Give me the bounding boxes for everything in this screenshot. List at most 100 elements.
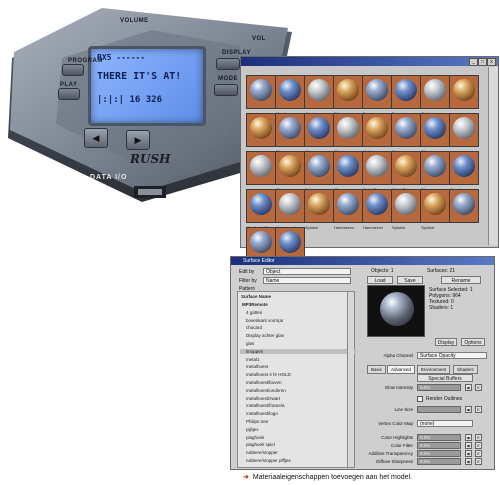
render-outlines-checkbox[interactable] [417, 396, 423, 402]
material-swatch[interactable]: Hammered [362, 189, 392, 230]
material-swatch[interactable]: Gold [420, 75, 450, 116]
tab-basic[interactable]: Basic [367, 365, 387, 374]
material-swatch[interactable] [449, 113, 479, 147]
line-size-envelope-icon[interactable]: E [475, 406, 482, 413]
color-filter-envelope-icon[interactable]: E [475, 442, 482, 449]
filter-by-select[interactable]: Name [263, 277, 351, 284]
material-swatch[interactable]: Chrome [275, 151, 305, 192]
material-swatch[interactable] [449, 189, 479, 223]
tree-item[interactable]: metalhoest 4 hr HOLD [246, 372, 291, 377]
material-swatch[interactable]: Bronze [391, 75, 421, 116]
tree-item[interactable]: metalhoest/frame/a [246, 403, 285, 408]
material-swatch[interactable]: Brushed_Chr [246, 189, 276, 230]
material-swatch[interactable] [246, 75, 276, 109]
material-swatch[interactable]: Blue [275, 113, 305, 154]
mode-button[interactable] [214, 84, 238, 96]
rename-button[interactable]: Rename [441, 276, 481, 284]
material-swatch[interactable]: Gold [362, 113, 392, 154]
material-swatch[interactable]: Copper [391, 113, 421, 154]
material-swatch[interactable]: Silver [420, 151, 450, 192]
material-swatch[interactable] [449, 75, 479, 109]
tree-item[interactable]: metal1 [246, 357, 260, 362]
tree-item[interactable]: 4 gatten [246, 310, 262, 315]
display-button[interactable] [216, 58, 240, 70]
material-swatch[interactable]: Splotch [420, 189, 450, 230]
tree-item[interactable]: metalhoest/onderen [246, 388, 286, 393]
color-filter-stepper-icon[interactable]: ◂▸ [465, 442, 472, 449]
tree-item[interactable]: plaghoek [246, 435, 264, 440]
material-swatch[interactable] [246, 113, 276, 147]
alpha-channel-select[interactable]: Surface Opacity [417, 352, 487, 359]
tree-scrollbar[interactable] [347, 292, 354, 467]
load-button[interactable]: Load [367, 276, 393, 284]
tree-item[interactable]: glas [246, 341, 254, 346]
material-swatch[interactable]: Hammered [333, 189, 363, 230]
diffuse-sharpness-envelope-icon[interactable]: E [475, 458, 482, 465]
material-swatch[interactable]: Chrome [304, 113, 334, 154]
color-highlights-field[interactable]: 0.0% [417, 434, 461, 441]
tree-item[interactable]: Philips tree [246, 419, 268, 424]
tree-item[interactable]: metalhoest/zwart [246, 396, 280, 401]
tree-item[interactable]: Display achter glas [246, 333, 284, 338]
material-preview-ball [250, 117, 272, 139]
tree-item[interactable]: metalhoest/logo [246, 411, 278, 416]
special-buffers-button[interactable]: Special Buffers [417, 374, 473, 382]
color-highlights-stepper-icon[interactable]: ◂▸ [465, 434, 472, 441]
arrow-right-button[interactable]: ▶ [126, 130, 150, 150]
tree-item[interactable]: rubbere/stopper [246, 450, 278, 455]
vertex-color-map-select[interactable]: (none) [417, 420, 473, 427]
browser-title-bar[interactable]: _ □ x [241, 57, 498, 66]
tree-item[interactable]: plaghoek spiel [246, 442, 275, 447]
color-filter-field[interactable]: 0.0% [417, 442, 461, 449]
material-swatch[interactable]: Aluminum [304, 75, 334, 116]
tab-environment[interactable]: Environment [417, 365, 451, 374]
material-swatch[interactable]: Silver [333, 75, 363, 116]
minimize-icon[interactable]: _ [469, 58, 478, 66]
material-swatch[interactable]: Glass [333, 113, 363, 154]
material-swatch[interactable]: Brass [362, 75, 392, 116]
additive-transparency-envelope-icon[interactable]: E [475, 450, 482, 457]
tree-item[interactable]: rubbere/stopper plffjes [246, 458, 291, 463]
material-swatch[interactable]: Silver [420, 113, 450, 154]
tree-item[interactable]: metalhoest [246, 364, 268, 369]
additive-transparency-stepper-icon[interactable]: ◂▸ [465, 450, 472, 457]
browser-scrollbar[interactable] [488, 67, 498, 245]
options-button[interactable]: Options [461, 338, 485, 346]
tree-item[interactable]: chocard [246, 325, 262, 330]
play-button[interactable] [58, 88, 80, 100]
arrow-left-button[interactable]: ◀ [84, 128, 108, 148]
line-size-stepper-icon[interactable]: ◂▸ [465, 406, 472, 413]
diffuse-sharpness-field[interactable]: 0.0% [417, 458, 461, 465]
material-swatch[interactable]: Gloss [333, 151, 363, 192]
material-swatch[interactable]: Hammered [275, 189, 305, 230]
editor-title-bar[interactable]: Surface Editor [231, 257, 494, 265]
additive-transparency-field[interactable]: 0.0% [417, 450, 461, 457]
tree-item[interactable]: MP3Remote [242, 302, 268, 307]
tab-advanced[interactable]: Advanced [387, 365, 416, 374]
tab-shaders[interactable]: Shaders [453, 365, 478, 374]
glow-intensity-stepper-icon[interactable]: ◂▸ [465, 384, 472, 391]
tree-item[interactable]: metalhoest/boven [246, 380, 282, 385]
tree-item[interactable]: bovenkant vorm(ar [246, 318, 284, 323]
material-swatch[interactable]: Metal [275, 75, 305, 116]
line-size-field[interactable] [417, 406, 461, 413]
close-icon[interactable]: x [487, 58, 496, 66]
maximize-icon[interactable]: □ [478, 58, 487, 66]
color-highlights-envelope-icon[interactable]: E [475, 434, 482, 441]
edit-by-select[interactable]: Object [263, 268, 351, 275]
diffuse-sharpness-stepper-icon[interactable]: ◂▸ [465, 458, 472, 465]
glow-intensity-field[interactable]: 0.0% [417, 384, 461, 391]
material-swatch[interactable]: Splotch [304, 189, 334, 230]
glow-intensity-envelope-icon[interactable]: E [475, 384, 482, 391]
material-swatch[interactable]: Gold_Rip [391, 151, 421, 192]
material-swatch[interactable]: Shading [449, 151, 479, 192]
material-swatch[interactable]: Splotch [391, 189, 421, 230]
material-swatch[interactable]: Gold_Rip [362, 151, 392, 192]
tree-item[interactable]: knoppen [240, 348, 356, 354]
material-swatch[interactable]: Pot [304, 151, 334, 192]
program-button[interactable] [62, 64, 84, 76]
tree-item[interactable]: pijltjes [246, 427, 259, 432]
material-swatch[interactable] [246, 151, 276, 185]
save-button[interactable]: Save [397, 276, 423, 284]
display-button[interactable]: Display [435, 338, 457, 346]
